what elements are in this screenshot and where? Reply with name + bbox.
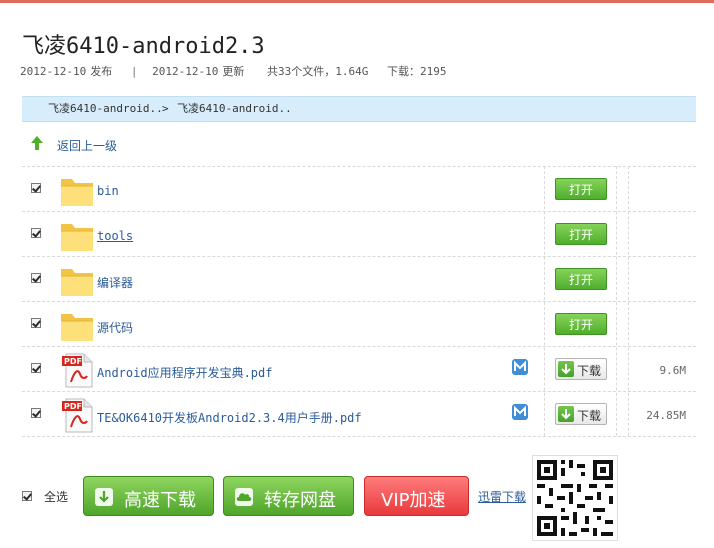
page-title: 飞凌6410-android2.3 (22, 34, 265, 59)
row-checkbox[interactable] (31, 318, 41, 328)
top-accent-bar (0, 0, 714, 3)
updated-label: 更新 (222, 65, 245, 78)
file-name-link[interactable]: tools (97, 229, 133, 243)
folder-icon (61, 179, 93, 206)
svg-text:PDF: PDF (64, 357, 82, 366)
download-button-label: 下载 (577, 364, 602, 378)
file-row: bin 打开 (22, 166, 696, 211)
row-checkbox[interactable] (31, 228, 41, 238)
breadcrumb-item-1[interactable]: 飞凌6410-android.. (48, 97, 163, 121)
download-button[interactable]: 下载 (555, 358, 607, 380)
open-button[interactable]: 打开 (555, 223, 607, 245)
open-button[interactable]: 打开 (555, 178, 607, 200)
file-name-link[interactable]: bin (97, 184, 119, 198)
download-count: 下载：2195 (386, 65, 447, 78)
row-checkbox[interactable] (31, 408, 41, 418)
breadcrumb-separator: > (162, 102, 169, 115)
row-checkbox[interactable] (31, 273, 41, 283)
select-all-checkbox[interactable] (22, 491, 32, 501)
files-info: 共33个文件，1.64G (266, 65, 369, 78)
file-row: tools 打开 (22, 211, 696, 256)
xunlei-download-link[interactable]: 迅雷下载 (478, 488, 526, 505)
vip-boost-label: VIP加速 (381, 490, 446, 511)
download-arrow-icon (558, 361, 574, 377)
updated-date: 2012-12-10 (152, 65, 219, 78)
file-size: 24.85M (646, 409, 686, 422)
file-name-link[interactable]: TE&OK6410开发板Android2.3.4用户手册.pdf (97, 409, 362, 426)
pdf-file-icon: PDF (62, 398, 93, 433)
published-label: 发布 (90, 65, 113, 78)
select-all-label[interactable]: 全选 (44, 488, 68, 505)
download-arrow-icon (558, 406, 574, 422)
file-name-link[interactable]: 源代码 (97, 319, 133, 336)
folder-icon (61, 314, 93, 341)
qr-code-icon (532, 455, 618, 541)
save-to-disk-label: 转存网盘 (264, 490, 336, 511)
folder-icon (61, 269, 93, 296)
file-row: 编译器 打开 (22, 256, 696, 301)
preview-badge-icon[interactable] (511, 358, 529, 376)
file-row: PDF TE&OK6410开发板Android2.3.4用户手册.pdf 下载 … (22, 391, 696, 437)
breadcrumb: 飞凌6410-android.. > 飞凌6410-android.. (22, 96, 696, 122)
preview-badge-icon[interactable] (511, 403, 529, 421)
open-button[interactable]: 打开 (555, 268, 607, 290)
up-arrow-icon (31, 136, 43, 150)
cloud-icon (235, 488, 253, 506)
download-button-label: 下载 (577, 409, 602, 423)
vip-boost-button[interactable]: VIP加速 (364, 476, 469, 516)
download-button[interactable]: 下载 (555, 403, 607, 425)
pdf-file-icon: PDF (62, 353, 93, 388)
file-name-link[interactable]: Android应用程序开发宝典.pdf (97, 364, 272, 381)
fast-download-label: 高速下载 (124, 490, 196, 511)
meta-separator: | (130, 65, 138, 78)
published-date: 2012-12-10 (20, 65, 87, 78)
row-checkbox[interactable] (31, 363, 41, 373)
save-to-disk-button[interactable]: 转存网盘 (223, 476, 354, 516)
file-row: 源代码 打开 (22, 301, 696, 346)
file-meta: 2012-12-10 发布 | 2012-12-10 更新 共33个文件，1.64G… (20, 63, 450, 79)
folder-icon (61, 224, 93, 251)
up-level-link[interactable]: 返回上一级 (57, 137, 117, 154)
svg-text:PDF: PDF (64, 402, 82, 411)
file-row: PDF Android应用程序开发宝典.pdf 下载 9.6M (22, 346, 696, 391)
up-level-row[interactable]: 返回上一级 (22, 130, 696, 160)
file-size: 9.6M (659, 364, 687, 377)
download-arrow-icon (95, 488, 113, 506)
file-name-link[interactable]: 编译器 (97, 274, 133, 291)
breadcrumb-item-2[interactable]: 飞凌6410-android.. (177, 97, 292, 121)
open-button[interactable]: 打开 (555, 313, 607, 335)
fast-download-button[interactable]: 高速下载 (83, 476, 214, 516)
row-checkbox[interactable] (31, 183, 41, 193)
